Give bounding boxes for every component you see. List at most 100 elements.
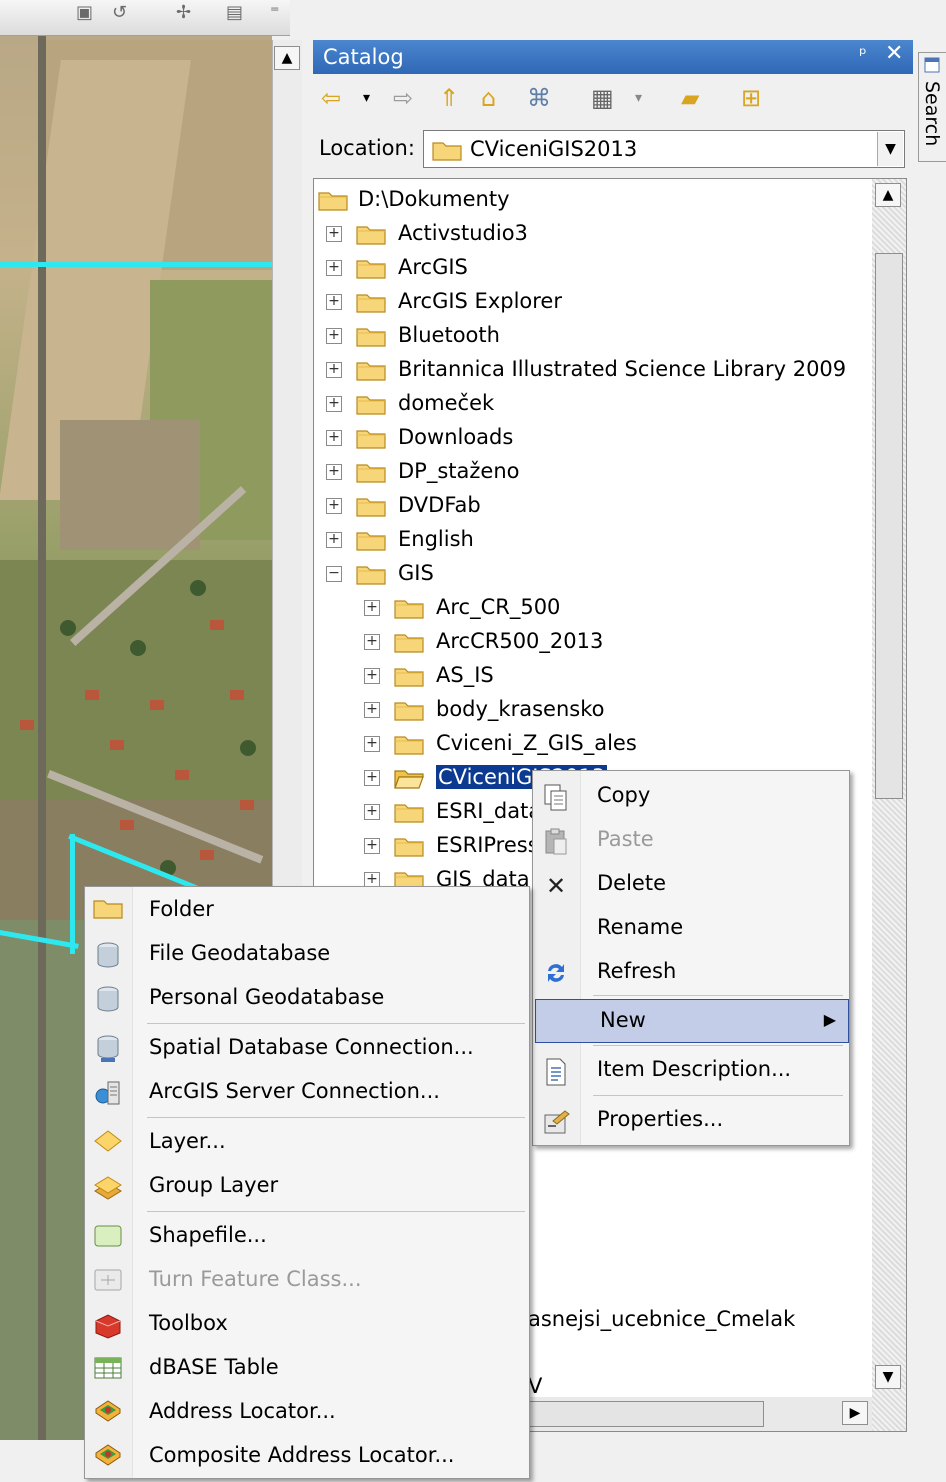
tree-item[interactable]: + Arc_CR_500 bbox=[314, 591, 874, 625]
expand-icon[interactable]: + bbox=[326, 362, 342, 378]
menu-item-properties[interactable]: Properties... bbox=[533, 1099, 849, 1143]
expand-icon[interactable]: + bbox=[364, 702, 380, 718]
tree-view-icon[interactable]: ⊞ bbox=[741, 82, 761, 114]
folder-icon bbox=[356, 223, 386, 245]
map-tree bbox=[240, 740, 256, 756]
tree-vertical-scrollbar[interactable]: ▲ ▼ bbox=[872, 179, 906, 1431]
expand-icon[interactable]: + bbox=[326, 328, 342, 344]
expand-icon[interactable]: + bbox=[364, 600, 380, 616]
menu-item-delete[interactable]: ✕ Delete bbox=[533, 863, 849, 907]
new-file-geodatabase[interactable]: File Geodatabase bbox=[85, 933, 529, 977]
map-roof bbox=[110, 740, 124, 750]
tree-item-label: domeček bbox=[398, 391, 495, 415]
menu-item-label: Layer... bbox=[149, 1129, 226, 1153]
expand-icon[interactable]: + bbox=[364, 804, 380, 820]
tree-item-label: Cviceni_Z_GIS_ales bbox=[436, 731, 637, 755]
new-turn-feature-class[interactable]: Turn Feature Class... bbox=[85, 1259, 529, 1303]
tree-item[interactable]: − GIS bbox=[314, 557, 874, 591]
new-toolbox[interactable]: Toolbox bbox=[85, 1303, 529, 1347]
expand-icon[interactable]: + bbox=[326, 226, 342, 242]
collapse-icon[interactable]: − bbox=[326, 566, 342, 582]
tree-item[interactable]: + DP_staženo bbox=[314, 455, 874, 489]
scroll-right-arrow[interactable]: ▶ bbox=[842, 1401, 868, 1425]
folder-icon bbox=[356, 359, 386, 381]
tree-item[interactable]: + Activstudio3 bbox=[314, 217, 874, 251]
new-layer[interactable]: Layer... bbox=[85, 1121, 529, 1165]
expand-icon[interactable]: + bbox=[326, 464, 342, 480]
tree-item[interactable]: + ArcCR500_2013 bbox=[314, 625, 874, 659]
location-value: CViceniGIS2013 bbox=[470, 137, 638, 161]
home-icon[interactable]: ⌂ bbox=[481, 82, 496, 114]
forward-icon[interactable]: ⇨ bbox=[393, 82, 413, 114]
menu-item-label: ArcGIS Server Connection... bbox=[149, 1079, 440, 1103]
expand-icon[interactable]: + bbox=[364, 634, 380, 650]
new-personal-geodatabase[interactable]: Personal Geodatabase bbox=[85, 977, 529, 1021]
tree-item[interactable]: + ArcGIS Explorer bbox=[314, 285, 874, 319]
back-dropdown-icon[interactable]: ▾ bbox=[363, 82, 370, 114]
tree-item[interactable]: + Downloads bbox=[314, 421, 874, 455]
table-icon[interactable]: ▤ bbox=[226, 2, 243, 23]
chevron-down-icon[interactable]: ▼ bbox=[877, 132, 903, 166]
tree-root[interactable]: D:\Dokumenty bbox=[314, 183, 874, 217]
connect-folder-icon[interactable]: ⌘ bbox=[527, 82, 551, 114]
menu-item-paste[interactable]: Paste bbox=[533, 819, 849, 863]
scroll-up-arrow[interactable]: ▲ bbox=[274, 46, 300, 70]
map-tree bbox=[60, 620, 76, 636]
tree-item[interactable]: + Bluetooth bbox=[314, 319, 874, 353]
menu-item-copy[interactable]: Copy bbox=[533, 775, 849, 819]
map-roof bbox=[20, 720, 34, 730]
tree-item[interactable]: + English bbox=[314, 523, 874, 557]
scroll-thumb[interactable] bbox=[875, 253, 903, 799]
tree-item[interactable]: + AS_IS bbox=[314, 659, 874, 693]
tree-item[interactable]: + Cviceni_Z_GIS_ales bbox=[314, 727, 874, 761]
expand-icon[interactable]: + bbox=[364, 736, 380, 752]
tree-item[interactable]: + DVDFab bbox=[314, 489, 874, 523]
new-folder[interactable]: Folder bbox=[85, 889, 529, 933]
rotate-icon[interactable]: ↺ bbox=[112, 2, 127, 23]
menu-item-refresh[interactable]: Refresh bbox=[533, 951, 849, 995]
view-dropdown-icon[interactable]: ▾ bbox=[635, 82, 642, 114]
new-dbase-table[interactable]: dBASE Table bbox=[85, 1347, 529, 1391]
location-combobox[interactable]: CViceniGIS2013 ▼ bbox=[423, 130, 905, 168]
new-folder-toolbar-icon[interactable]: ▰ bbox=[681, 82, 699, 114]
folder-icon bbox=[318, 189, 348, 211]
folder-icon bbox=[394, 835, 424, 857]
new-group-layer[interactable]: Group Layer bbox=[85, 1165, 529, 1209]
expand-icon[interactable]: + bbox=[326, 498, 342, 514]
new-address-locator[interactable]: Address Locator... bbox=[85, 1391, 529, 1435]
tree-item[interactable]: + Britannica Illustrated Science Library … bbox=[314, 353, 874, 387]
tree-item[interactable]: + domeček bbox=[314, 387, 874, 421]
new-arcgis-server-connection[interactable]: ArcGIS Server Connection... bbox=[85, 1071, 529, 1115]
up-level-icon[interactable]: ⇑ bbox=[439, 82, 459, 114]
back-icon[interactable]: ⇦ bbox=[321, 82, 341, 114]
menu-item-item-description[interactable]: Item Description... bbox=[533, 1049, 849, 1093]
tree-item[interactable]: + body_krasensko bbox=[314, 693, 874, 727]
tree-item-label: GIS bbox=[398, 561, 434, 585]
new-shapefile[interactable]: Shapefile... bbox=[85, 1215, 529, 1259]
menu-item-rename[interactable]: Rename bbox=[533, 907, 849, 951]
expand-icon[interactable]: + bbox=[364, 770, 380, 786]
view-details-icon[interactable]: ▦ bbox=[591, 82, 614, 114]
search-tab[interactable]: Search bbox=[918, 52, 946, 162]
select-icon[interactable]: ▣ bbox=[76, 2, 93, 23]
expand-icon[interactable]: + bbox=[326, 396, 342, 412]
new-composite-address-locator[interactable]: Composite Address Locator... bbox=[85, 1435, 529, 1479]
scroll-thumb[interactable] bbox=[514, 1401, 764, 1427]
scroll-down-arrow[interactable]: ▼ bbox=[875, 1365, 901, 1389]
overflow-icon[interactable]: ⁼ bbox=[270, 2, 280, 23]
expand-icon[interactable]: + bbox=[326, 532, 342, 548]
pan-icon[interactable]: ✢ bbox=[176, 2, 191, 23]
scroll-up-arrow[interactable]: ▲ bbox=[875, 183, 901, 207]
expand-icon[interactable]: + bbox=[364, 668, 380, 684]
close-icon[interactable]: ✕ bbox=[885, 41, 903, 66]
expand-icon[interactable]: + bbox=[326, 430, 342, 446]
tree-item[interactable]: + ArcGIS bbox=[314, 251, 874, 285]
menu-item-label: dBASE Table bbox=[149, 1355, 279, 1379]
expand-icon[interactable]: + bbox=[364, 838, 380, 854]
expand-icon[interactable]: + bbox=[326, 294, 342, 310]
pin-icon[interactable]: ᵖ bbox=[859, 44, 867, 65]
new-spatial-database-connection[interactable]: Spatial Database Connection... bbox=[85, 1027, 529, 1071]
menu-item-label: Address Locator... bbox=[149, 1399, 336, 1423]
expand-icon[interactable]: + bbox=[326, 260, 342, 276]
menu-item-new[interactable]: New ▶ bbox=[535, 999, 849, 1043]
